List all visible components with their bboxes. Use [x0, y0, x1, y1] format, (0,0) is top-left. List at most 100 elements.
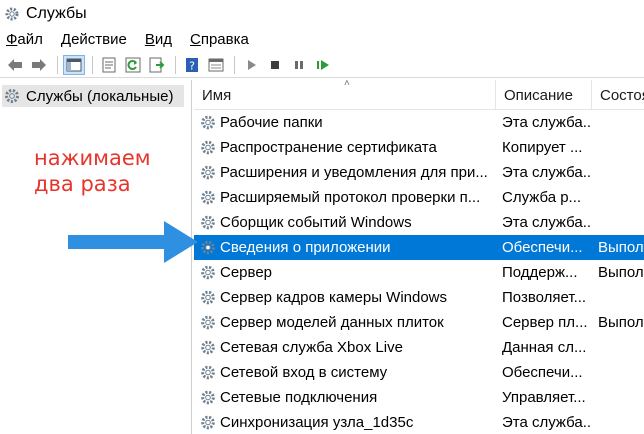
pause-icon [295, 60, 303, 69]
toolbar-separator [92, 55, 93, 74]
service-description: Копирует ... [502, 139, 583, 156]
service-description: Обеспечи... [502, 364, 583, 381]
menu-file-label: айл [17, 30, 43, 48]
service-gear-icon [201, 190, 215, 205]
services-list: Рабочие папки Эта служба... Распространени… [194, 110, 644, 434]
service-gear-icon [201, 415, 215, 430]
service-name: Сервер моделей данных плиток [220, 314, 444, 331]
service-gear-icon [201, 340, 215, 355]
service-gear-icon [201, 215, 215, 230]
toolbar-separator [234, 55, 235, 74]
table-row[interactable]: Сведения о приложении Обеспечи... Выпол [194, 235, 644, 260]
service-name: Рабочие папки [220, 114, 323, 131]
stop-icon [271, 60, 279, 69]
services-gear-icon [5, 89, 19, 103]
forward-button[interactable] [28, 55, 50, 75]
table-row[interactable]: Сетевые подключения Управляет... [194, 385, 644, 410]
annotation-text: нажимаем два раза [34, 145, 151, 197]
menu-view-label: ид [154, 30, 172, 48]
service-name: Сетевые подключения [220, 389, 378, 406]
show-hide-tree-icon [66, 58, 82, 71]
service-name: Сетевая служба Xbox Live [220, 339, 403, 356]
table-row[interactable]: Расширения и уведомления для при... Эта с… [194, 160, 644, 185]
services-list-pane: ˄ Имя Описание Состоя Рабочие папки Эта с… [194, 80, 644, 434]
service-state: Выпол [598, 264, 644, 281]
menu-view[interactable]: Вид [145, 31, 172, 48]
table-row[interactable]: Сервер Поддерж... Выпол [194, 260, 644, 285]
tree-item-local-services[interactable]: Службы (локальные) [2, 85, 184, 107]
svg-text:?: ? [189, 59, 195, 72]
menu-file[interactable]: Файл [6, 31, 43, 48]
title-bar: Службы [0, 0, 644, 28]
list-header: ˄ Имя Описание Состоя [194, 80, 644, 110]
show-hide-tree-button[interactable] [63, 54, 85, 75]
service-description: Данная сл... [502, 339, 587, 356]
pause-service-button[interactable] [288, 55, 310, 75]
restart-service-button[interactable] [312, 55, 334, 75]
table-row[interactable]: Сетевой вход в систему Обеспечи... [194, 360, 644, 385]
service-name: Синхронизация узла_1d35c [220, 414, 414, 431]
menu-action-accel: Д [60, 30, 72, 48]
service-gear-icon [201, 390, 215, 405]
toolbar-separator [175, 55, 176, 74]
service-name: Расширяемый протокол проверки п... [220, 189, 481, 206]
table-row[interactable]: Рабочие папки Эта служба... [194, 110, 644, 135]
service-description: Сервер пл... [502, 314, 588, 331]
table-row[interactable]: Синхронизация узла_1d35c Эта служба... [194, 410, 644, 434]
column-header-description[interactable]: Описание [496, 80, 592, 110]
restart-icon [317, 59, 329, 70]
table-row[interactable]: Расширяемый протокол проверки п... Служба… [194, 185, 644, 210]
menu-file-accel: Ф [6, 30, 18, 48]
table-row[interactable]: Сборщик событий Windows Эта служба... [194, 210, 644, 235]
forward-icon [32, 58, 46, 71]
menu-help-accel: С [190, 30, 201, 48]
annotation-line-2: два раза [34, 172, 131, 196]
service-state: Выпол [598, 239, 644, 256]
menu-help-label: правка [200, 30, 249, 48]
play-icon [248, 59, 256, 70]
service-gear-icon [201, 165, 215, 180]
table-row[interactable]: Сервер моделей данных плиток Сервер пл...… [194, 310, 644, 335]
service-gear-icon [201, 265, 215, 280]
view-button[interactable] [205, 55, 227, 75]
service-gear-icon [201, 115, 215, 130]
table-row[interactable]: Сетевая служба Xbox Live Данная сл... [194, 335, 644, 360]
annotation-line-1: нажимаем [34, 146, 151, 170]
service-description: Позволяет... [502, 289, 587, 306]
service-name: Сервер кадров камеры Windows [220, 289, 448, 306]
service-description: Поддерж... [502, 264, 578, 281]
column-header-name-label: Имя [202, 86, 232, 104]
export-list-icon [149, 57, 165, 72]
service-name: Сборщик событий Windows [220, 214, 412, 231]
menu-help[interactable]: Справка [190, 31, 249, 48]
service-gear-icon [201, 290, 215, 305]
menu-bar: Файл Действие Вид Справка [0, 28, 644, 50]
export-list-button[interactable] [146, 55, 168, 75]
table-row[interactable]: Распространение сертификата Копирует ... [194, 135, 644, 160]
back-button[interactable] [4, 55, 26, 75]
menu-action[interactable]: Действие [61, 31, 127, 48]
back-icon [8, 58, 22, 71]
column-header-state[interactable]: Состоя [592, 80, 644, 110]
service-gear-icon [201, 140, 215, 155]
service-description: Эта служба... [502, 114, 590, 131]
stop-service-button[interactable] [264, 55, 286, 75]
start-service-button[interactable] [240, 55, 262, 75]
properties-button[interactable] [98, 55, 120, 75]
toolbar-separator [57, 55, 58, 74]
refresh-icon [125, 57, 141, 72]
service-name: Распространение сертификата [220, 139, 437, 156]
table-row[interactable]: Сервер кадров камеры Windows Позволяет... [194, 285, 644, 310]
services-gear-icon [5, 7, 19, 21]
service-name: Сведения о приложении [220, 239, 391, 256]
column-header-name[interactable]: ˄ Имя [194, 80, 496, 110]
menu-action-label: ействие [71, 30, 127, 48]
service-description: Эта служба... [502, 164, 590, 181]
service-state: Выпол [598, 314, 644, 331]
sort-ascending-icon: ˄ [344, 80, 350, 89]
service-gear-icon [201, 240, 215, 255]
service-name: Сервер [220, 264, 273, 281]
refresh-button[interactable] [122, 55, 144, 75]
service-gear-icon [201, 315, 215, 330]
help-button[interactable]: ? [181, 55, 203, 75]
